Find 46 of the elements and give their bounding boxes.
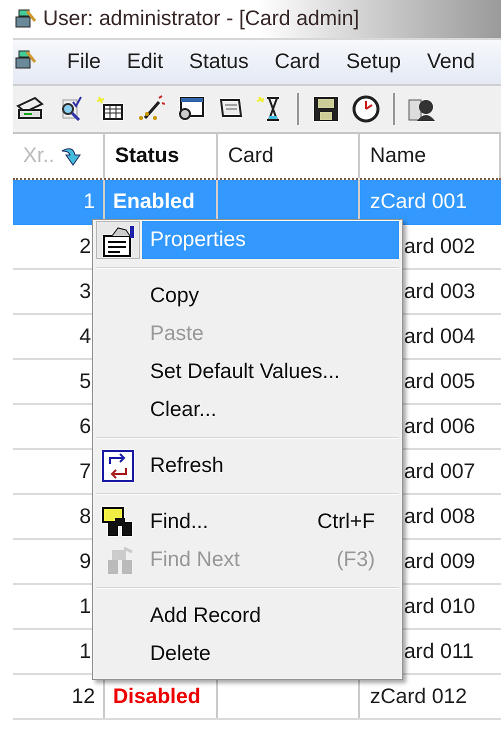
- table-cell-text: 5: [79, 368, 91, 395]
- table-cell-text: ard 004: [404, 324, 476, 350]
- table-cell-text: ard 005: [404, 368, 476, 395]
- table-cell-text: ard 007: [404, 458, 476, 485]
- menu-item[interactable]: Setup: [346, 46, 401, 78]
- save-icon[interactable]: [311, 94, 341, 124]
- table-cell-text: 8: [79, 504, 91, 530]
- table-cell-text: ard 002: [404, 234, 476, 260]
- menu-item[interactable]: Delete: [142, 635, 399, 673]
- table-cell-text: ard 009: [404, 548, 476, 575]
- column-header[interactable]: Name: [370, 140, 426, 172]
- table-cell-text: 1: [79, 638, 91, 665]
- table-cell-text: Disabled: [113, 684, 201, 710]
- table-cell-text: zCard 012: [370, 684, 467, 710]
- menu-item[interactable]: Refresh: [142, 447, 399, 485]
- table-cell-text: 1: [79, 594, 91, 620]
- menu-item[interactable]: Copy: [142, 277, 399, 315]
- menu-item[interactable]: Vend: [427, 46, 475, 78]
- menu-item[interactable]: Card: [274, 46, 320, 78]
- column-header[interactable]: Card: [228, 140, 274, 172]
- clock-icon[interactable]: [351, 94, 381, 124]
- table-cell-text: 9: [79, 548, 91, 575]
- table-cell-text: ard 010: [404, 594, 476, 620]
- table-cell-text: Enabled: [113, 188, 195, 215]
- menu-item[interactable]: File: [67, 46, 101, 78]
- table-cell-text: 2: [79, 234, 91, 260]
- window-title: User: administrator - [Card admin]: [43, 6, 360, 32]
- table-cell-text: zCard 001: [370, 188, 467, 215]
- table-cell-text: ard 008: [404, 504, 476, 530]
- menu-item[interactable]: Find... Ctrl+F: [142, 503, 399, 541]
- column-header[interactable]: Status: [115, 140, 180, 172]
- table-cell-text: ard 003: [404, 278, 476, 305]
- menu-item[interactable]: Add Record: [142, 597, 399, 635]
- table-cell-text: 6: [79, 414, 91, 440]
- menu-item[interactable]: Set Default Values...: [142, 353, 399, 391]
- table-cell-text: 1: [83, 188, 95, 215]
- table-cell-text: ard 006: [404, 414, 476, 440]
- table-cell-text: 3: [79, 278, 91, 305]
- table-cell-text: 12: [72, 684, 95, 710]
- menu-item[interactable]: Clear...: [142, 391, 399, 429]
- refresh-icon: [100, 448, 136, 484]
- table-cell-text: 4: [79, 324, 91, 350]
- menu-item[interactable]: Edit: [126, 46, 164, 78]
- table-cell-text: ard 011: [404, 638, 474, 665]
- table-cell-text: 7: [79, 458, 91, 485]
- menu-item[interactable]: Status: [189, 46, 249, 78]
